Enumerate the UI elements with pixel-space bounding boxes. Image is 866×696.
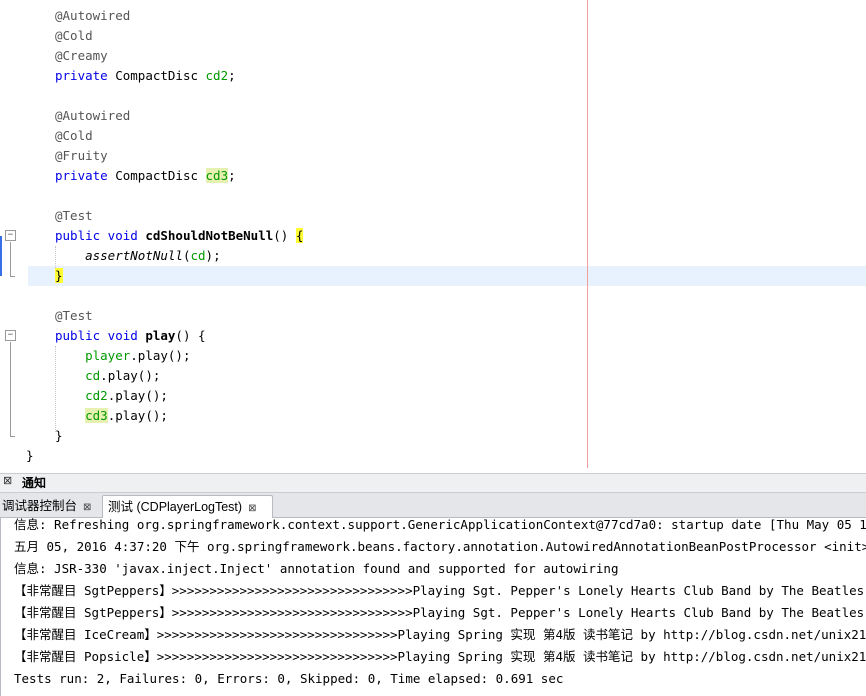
code-token: } (55, 428, 63, 443)
tab-label: 调试器控制台 (2, 499, 78, 513)
code-token: @Creamy (55, 48, 108, 63)
notifications-bar: ⊠ 通知 (0, 473, 866, 493)
code-token: @Cold (55, 128, 93, 143)
code-token: .play(); (130, 348, 191, 363)
close-icon[interactable]: ⊠ (3, 474, 12, 487)
code-line: @Test (55, 306, 93, 326)
code-line: @Creamy (55, 46, 108, 66)
right-margin-guide (587, 0, 588, 468)
code-editor[interactable]: − − @Autowired @Cold @Creamy private Compac… (0, 0, 866, 468)
tab-debugger-console[interactable]: 调试器控制台 ⊠ (2, 495, 98, 517)
code-token: assertNotNull (85, 248, 183, 263)
code-line: @Autowired (55, 106, 130, 126)
console-line: 信息: Refreshing org.springframework.conte… (14, 518, 866, 532)
code-line: @Test (55, 206, 93, 226)
change-marker (0, 236, 2, 276)
tab-label: 测试 (CDPlayerLogTest) (108, 500, 243, 514)
code-token: cd2 (205, 68, 229, 83)
code-token: cd3 (85, 408, 108, 423)
console-line: 五月 05, 2016 4:37:20 下午 org.springframewo… (14, 539, 866, 554)
code-line: @Cold (55, 26, 93, 46)
code-token: CompactDisc (115, 168, 206, 183)
code-line: public void play() { (55, 326, 206, 346)
fold-toggle-play-icon[interactable]: − (5, 330, 16, 341)
code-line: @Fruity (55, 146, 108, 166)
code-token: CompactDisc (115, 68, 206, 83)
code-token: () { (175, 328, 206, 343)
fold-end-marker (10, 436, 15, 437)
code-token: play (145, 328, 176, 343)
close-icon[interactable]: ⊠ (83, 502, 91, 513)
code-token: private (55, 168, 116, 183)
output-console[interactable]: 信息: Refreshing org.springframework.conte… (0, 518, 866, 696)
code-line: public void cdShouldNotBeNull() { (55, 226, 304, 246)
code-token: cd3 (205, 168, 229, 183)
code-token: @Fruity (55, 148, 108, 163)
code-token: cdShouldNotBeNull (145, 228, 274, 243)
fold-range-line (10, 242, 11, 276)
code-token: public void (55, 228, 146, 243)
editor-gutter: − − (0, 0, 26, 468)
tab-test-output[interactable]: 测试 (CDPlayerLogTest) ⊠ (102, 495, 273, 518)
code-line: @Autowired (55, 6, 130, 26)
code-line: } (55, 426, 63, 446)
code-token: cd (85, 368, 101, 383)
code-line: cd3.play(); (55, 406, 168, 426)
code-token: .play(); (107, 388, 168, 403)
code-token: ; (228, 168, 236, 183)
fold-toggle-cdshouldnotbenull-icon[interactable]: − (5, 230, 16, 241)
code-token: { (295, 228, 304, 243)
console-line: 【非常醒目 IceCream】>>>>>>>>>>>>>>>>>>>>>>>>>… (14, 627, 866, 642)
console-line: 【非常醒目 SgtPeppers】>>>>>>>>>>>>>>>>>>>>>>>… (14, 605, 865, 620)
console-line: 【非常醒目 SgtPeppers】>>>>>>>>>>>>>>>>>>>>>>>… (14, 583, 865, 598)
code-line: private CompactDisc cd2; (55, 66, 236, 86)
fold-end-marker (10, 276, 15, 277)
console-line: 【非常醒目 Popsicle】>>>>>>>>>>>>>>>>>>>>>>>>>… (14, 649, 866, 664)
code-line: assertNotNull(cd); (55, 246, 221, 266)
code-token: cd (190, 248, 206, 263)
console-line: Tests run: 2, Failures: 0, Errors: 0, Sk… (14, 671, 564, 686)
current-line-highlight (28, 266, 866, 286)
code-token: ); (205, 248, 221, 263)
close-icon[interactable]: ⊠ (248, 503, 256, 514)
code-token: @Cold (55, 28, 93, 43)
console-border (0, 518, 1, 696)
code-token: cd2 (85, 388, 108, 403)
output-tab-bar: 调试器控制台 ⊠ 测试 (CDPlayerLogTest) ⊠ (0, 493, 866, 518)
code-line: @Cold (55, 126, 93, 146)
code-line: cd.play(); (55, 366, 160, 386)
code-token: private (55, 68, 116, 83)
code-token: @Autowired (55, 8, 131, 23)
console-line: 信息: JSR-330 'javax.inject.Inject' annota… (14, 561, 619, 576)
code-token: ; (228, 68, 236, 83)
code-line: } (26, 446, 34, 466)
notifications-label: 通知 (22, 476, 47, 490)
code-token: @Test (55, 208, 93, 223)
fold-range-line (10, 342, 11, 436)
code-token: } (55, 268, 63, 283)
code-token: public void (55, 328, 146, 343)
code-token: .play(); (107, 408, 168, 423)
code-token: @Autowired (55, 108, 131, 123)
code-token: @Test (55, 308, 93, 323)
code-line: private CompactDisc cd3; (55, 166, 236, 186)
code-token: player (85, 348, 131, 363)
code-token: () (273, 228, 296, 243)
code-line: cd2.play(); (55, 386, 168, 406)
code-token: } (26, 448, 34, 463)
code-line: } (55, 266, 63, 286)
code-line: player.play(); (55, 346, 190, 366)
code-token: .play(); (100, 368, 161, 383)
